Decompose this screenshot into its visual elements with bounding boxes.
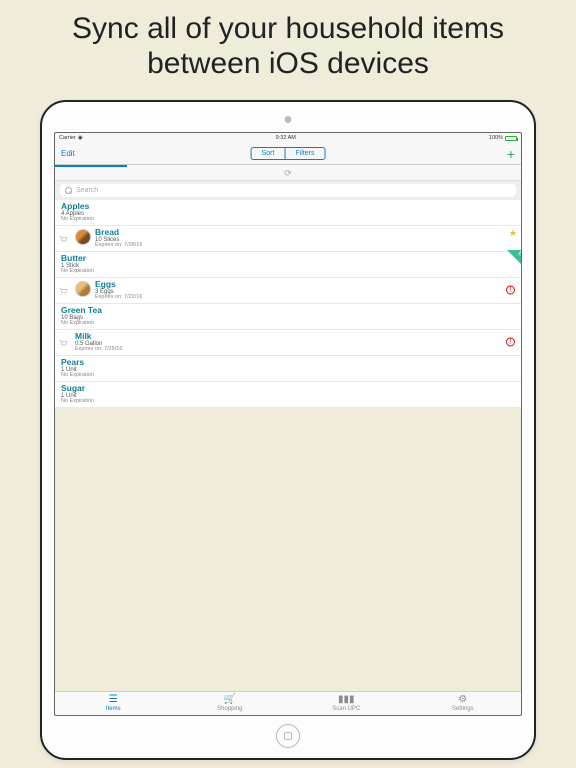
list-item[interactable]: Butter1 StickNo Expiration	[55, 252, 521, 278]
add-button[interactable]: +	[507, 147, 515, 161]
device-camera	[285, 116, 292, 123]
item-expiration: Expires on: 7/28/16	[95, 243, 142, 249]
filters-button[interactable]: Filters	[285, 148, 324, 159]
cart-icon: 🛒	[224, 695, 236, 705]
item-expiration: No Expiration	[61, 269, 94, 275]
carrier-label: Carrier	[59, 135, 76, 141]
item-expiration: No Expiration	[61, 321, 102, 327]
promo-headline: Sync all of your household items between…	[0, 0, 576, 91]
list-icon: ☰	[109, 695, 118, 705]
item-name: Pears	[61, 358, 94, 367]
star-icon: ★	[509, 228, 517, 239]
list-item[interactable]: Bread10 SlicesExpires on: 7/28/16★	[55, 226, 521, 252]
tab-scan[interactable]: ▮▮▮ Scan UPC	[288, 692, 405, 715]
item-name: Sugar	[61, 384, 94, 393]
item-expiration: No Expiration	[61, 399, 94, 405]
list-item[interactable]: Sugar1 UnitNo Expiration	[55, 382, 521, 408]
status-bar: Carrier ◉ 9:32 AM 100%	[55, 133, 521, 143]
gear-icon: ⚙	[458, 695, 467, 705]
item-name: Butter	[61, 254, 94, 263]
empty-space	[55, 408, 521, 691]
screen: Carrier ◉ 9:32 AM 100% Edit Sort Filters…	[54, 132, 522, 716]
item-name: Milk	[75, 332, 122, 341]
tab-bar: ☰ Items 🛒 Shopping ▮▮▮ Scan UPC ⚙ Settin…	[55, 691, 521, 715]
list-item[interactable]: Apples4 ApplesNo Expiration	[55, 200, 521, 226]
list-item[interactable]: Pears1 UnitNo Expiration	[55, 356, 521, 382]
sort-button[interactable]: Sort	[252, 148, 286, 159]
items-list: Apples4 ApplesNo ExpirationBread10 Slice…	[55, 200, 521, 408]
search-placeholder: Search	[76, 187, 98, 194]
tab-items-label: Items	[106, 706, 121, 712]
item-name: Eggs	[95, 280, 142, 289]
sync-icon: ⟳	[284, 168, 292, 179]
item-expiration: Expires on: 7/25/16	[75, 347, 122, 353]
home-button[interactable]	[276, 724, 300, 748]
barcode-icon: ▮▮▮	[338, 695, 355, 705]
cart-icon	[59, 282, 68, 289]
battery-icon	[505, 136, 517, 141]
clock: 9:32 AM	[83, 135, 489, 141]
tab-shopping-label: Shopping	[217, 706, 242, 712]
warning-icon: !	[506, 286, 515, 295]
ipad-frame: Carrier ◉ 9:32 AM 100% Edit Sort Filters…	[40, 100, 536, 760]
list-item[interactable]: Green Tea10 BagsNo Expiration	[55, 304, 521, 330]
item-name: Bread	[95, 228, 142, 237]
list-item[interactable]: Milk0.5 GallonExpires on: 7/25/16!	[55, 330, 521, 356]
list-item[interactable]: Eggs3 EggsExpires on: 7/22/16!	[55, 278, 521, 304]
tab-items[interactable]: ☰ Items	[55, 692, 172, 715]
tab-settings[interactable]: ⚙ Settings	[405, 692, 522, 715]
corner-ribbon	[507, 250, 522, 266]
edit-button[interactable]: Edit	[61, 149, 75, 158]
search-icon	[65, 187, 72, 194]
nav-underline	[55, 165, 521, 167]
item-expiration: No Expiration	[61, 373, 94, 379]
item-expiration: Expires on: 7/22/16	[95, 295, 142, 301]
search-input[interactable]: Search	[60, 184, 516, 197]
tab-scan-label: Scan UPC	[332, 706, 360, 712]
cart-icon	[59, 230, 68, 237]
item-expiration: No Expiration	[61, 217, 94, 223]
item-name: Apples	[61, 202, 94, 211]
warning-icon: !	[506, 338, 515, 347]
item-name: Green Tea	[61, 306, 102, 315]
nav-bar: Edit Sort Filters +	[55, 143, 521, 165]
cart-icon	[59, 334, 68, 341]
sync-indicator: ⟳	[55, 167, 521, 181]
tab-settings-label: Settings	[452, 706, 474, 712]
sort-filter-segment[interactable]: Sort Filters	[251, 147, 326, 160]
tab-shopping[interactable]: 🛒 Shopping	[172, 692, 289, 715]
item-thumbnail	[75, 229, 91, 245]
battery-percent: 100%	[489, 135, 503, 141]
item-thumbnail	[75, 281, 91, 297]
search-bar: Search	[55, 181, 521, 200]
